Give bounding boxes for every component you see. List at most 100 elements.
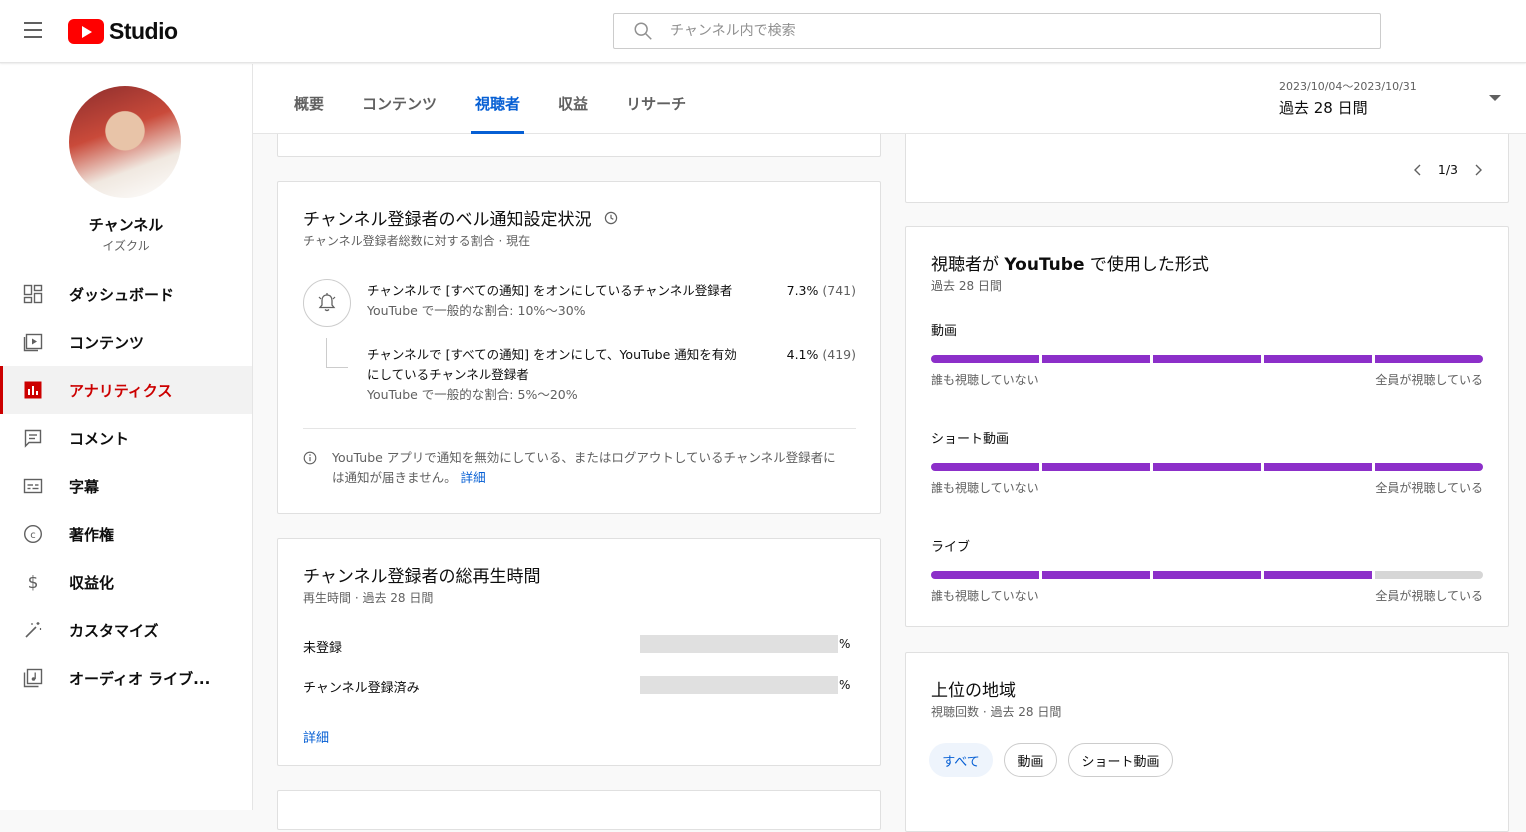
next-card-top [277, 790, 881, 830]
sidebar-item-analytics[interactable]: アナリティクス [0, 366, 252, 414]
format-row-label: ライブ [931, 540, 971, 555]
chevron-left-icon[interactable] [1412, 163, 1424, 177]
sidebar-item-comments[interactable]: コメント [0, 414, 252, 462]
chip-all[interactable]: すべて [929, 743, 993, 777]
channel-name[interactable]: チャンネル [0, 214, 252, 235]
analytics-tabs: 概要 コンテンツ 視聴者 収益 リサーチ [275, 64, 705, 134]
bell-note: YouTube アプリで通知を無効にしている、またはログアウトしているチャンネル… [332, 448, 836, 488]
tab-revenue[interactable]: 収益 [539, 64, 607, 134]
formats-card: 視聴者が YouTube で使用した形式 過去 28 日間 動画 誰も視聴してい… [905, 226, 1509, 627]
scale-segment [1375, 571, 1483, 579]
chip-videos[interactable]: 動画 [1004, 743, 1057, 777]
bell-row-text-line1: チャンネルで [すべての通知] をオンにして、YouTube 通知を有効 [367, 347, 737, 362]
tab-audience[interactable]: 視聴者 [456, 64, 539, 134]
sidebar-item-label: アナリティクス [69, 381, 173, 400]
pager: 1/3 [1412, 162, 1484, 177]
bell-row-typical: YouTube で一般的な割合: 5%～20% [367, 387, 578, 402]
menu-icon[interactable] [24, 22, 42, 38]
content-icon [22, 331, 44, 353]
sidebar-item-label: カスタマイズ [69, 621, 159, 640]
bell-row-count: (419) [822, 347, 856, 362]
sidebar-item-label: 字幕 [69, 477, 100, 496]
search-box[interactable] [613, 13, 1381, 49]
sidebar-item-label: 著作権 [69, 525, 115, 544]
search-icon [634, 22, 652, 40]
bell-row-value: 4.1% (419) [787, 345, 856, 365]
date-range-dates: 2023/10/04～2023/10/31 [1279, 80, 1417, 93]
sidebar-item-audio-library[interactable]: オーディオ ライブ... [0, 654, 252, 702]
sidebar-item-subtitles[interactable]: 字幕 [0, 462, 252, 510]
scale-segment [1042, 355, 1150, 363]
bell-row-count: (741) [822, 283, 856, 298]
clock-icon[interactable] [604, 211, 618, 225]
bell-icon [303, 279, 351, 327]
formats-card-title: 視聴者が YouTube で使用した形式 [931, 250, 1209, 275]
watch-row-label: 未登録 [303, 641, 343, 656]
format-row-label: 動画 [931, 324, 958, 339]
scale-max-label: 全員が視聴している [1375, 373, 1483, 387]
scale-segment [1153, 463, 1261, 471]
bell-card-title: チャンネル登録者のベル通知設定状況 [303, 210, 592, 230]
scale-max-label: 全員が視聴している [1375, 589, 1483, 603]
format-row-scale [931, 463, 1483, 471]
channel-avatar[interactable] [69, 86, 181, 198]
scale-segment [1264, 571, 1372, 579]
bell-card-subtitle: チャンネル登録者総数に対する割合 · 現在 [303, 234, 531, 248]
format-row-scale [931, 355, 1483, 363]
subtitles-icon [22, 475, 44, 497]
scale-segment [931, 463, 1039, 471]
magic-wand-icon [22, 619, 44, 641]
divider [303, 428, 856, 429]
top-bar: Studio [0, 0, 1526, 63]
format-row-video: 動画 誰も視聴していない 全員が視聴している [931, 320, 1483, 388]
watch-row-label: チャンネル登録済み [303, 681, 420, 696]
scale-segment [1153, 355, 1261, 363]
sidebar-item-copyright[interactable]: c 著作権 [0, 510, 252, 558]
format-row-shorts: ショート動画 誰も視聴していない 全員が視聴している [931, 428, 1483, 496]
studio-logo[interactable]: Studio [68, 18, 178, 45]
tab-research[interactable]: リサーチ [607, 64, 705, 134]
scale-segment [931, 355, 1039, 363]
date-range-selector[interactable]: 2023/10/04～2023/10/31 過去 28 日間 [1279, 78, 1509, 118]
youtube-logo-icon [68, 19, 104, 44]
bell-row-value: 7.3% (741) [787, 281, 856, 301]
watch-card-details-link[interactable]: 詳細 [303, 727, 329, 746]
formats-title-pre: 視聴者が [931, 255, 1005, 275]
subscriber-watch-time-card: チャンネル登録者の総再生時間 再生時間 · 過去 28 日間 未登録 % チャン… [277, 538, 881, 766]
scale-min-label: 誰も視聴していない [931, 589, 1039, 603]
date-range-label: 過去 28 日間 [1279, 99, 1368, 117]
bell-note-line2: は通知が届きません。 [332, 470, 457, 485]
geo-card-subtitle: 視聴回数 · 過去 28 日間 [931, 705, 1062, 719]
scale-min-label: 誰も視聴していない [931, 373, 1039, 387]
watch-card-title: チャンネル登録者の総再生時間 [303, 567, 541, 587]
comment-icon [22, 427, 44, 449]
watch-row-unit: % [839, 678, 851, 692]
svg-text:c: c [30, 530, 36, 541]
tab-overview[interactable]: 概要 [275, 64, 343, 134]
top-geographies-card: 上位の地域 視聴回数 · 過去 28 日間 すべて 動画 ショート動画 [905, 652, 1509, 832]
geo-card-title: 上位の地域 [931, 681, 1016, 701]
sidebar-item-customize[interactable]: カスタマイズ [0, 606, 252, 654]
chip-shorts[interactable]: ショート動画 [1068, 743, 1173, 777]
format-row-scale [931, 571, 1483, 579]
watch-card-subtitle: 再生時間 · 過去 28 日間 [303, 591, 434, 605]
bell-note-details-link[interactable]: 詳細 [461, 470, 486, 485]
search-input[interactable] [670, 23, 1270, 39]
dollar-icon: $ [22, 571, 44, 593]
bell-row-typical: YouTube で一般的な割合: 10%～30% [367, 303, 586, 318]
sidebar-item-content[interactable]: コンテンツ [0, 318, 252, 366]
watch-row-unit: % [839, 637, 851, 651]
scale-segment [1042, 571, 1150, 579]
tab-content[interactable]: コンテンツ [343, 64, 456, 134]
formats-title-brand: YouTube [1004, 255, 1085, 275]
scale-segment [1264, 463, 1372, 471]
sidebar-item-monetization[interactable]: $ 収益化 [0, 558, 252, 606]
sidebar-item-dashboard[interactable]: ダッシュボード [0, 270, 252, 318]
chevron-right-icon[interactable] [1472, 163, 1484, 177]
scale-segment [931, 571, 1039, 579]
pager-text: 1/3 [1437, 162, 1458, 177]
sidebar: チャンネル イズクル ダッシュボード コンテンツ アナリティクス コメント 字幕… [0, 64, 253, 810]
watch-row-placeholder-bar [640, 676, 838, 694]
sidebar-item-label: ダッシュボード [69, 285, 175, 304]
scale-segment [1042, 463, 1150, 471]
